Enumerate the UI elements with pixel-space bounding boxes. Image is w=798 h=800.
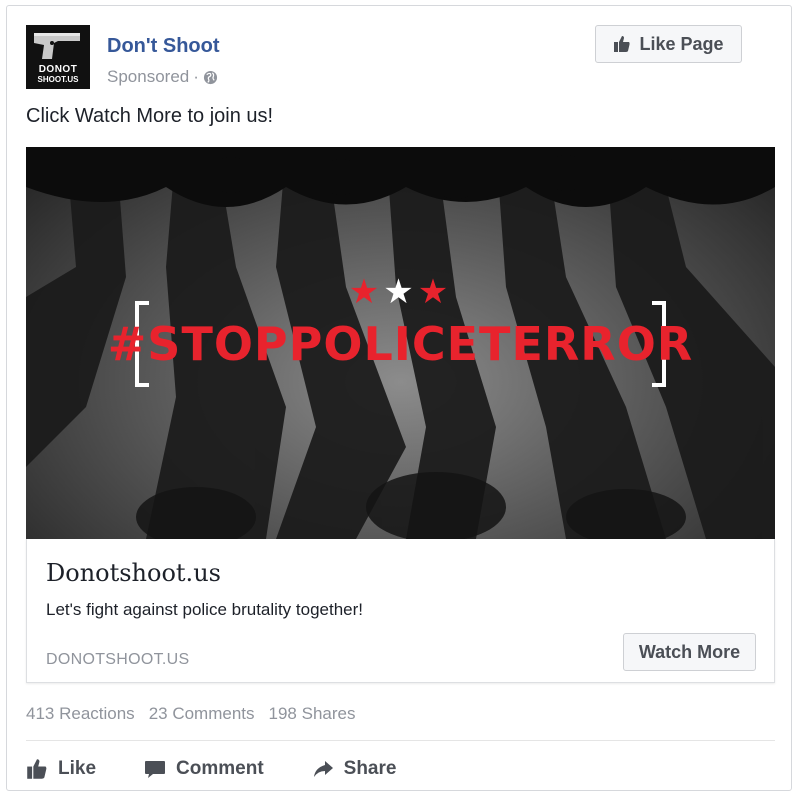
shares-count[interactable]: 198 Shares bbox=[269, 704, 356, 724]
like-page-button[interactable]: Like Page bbox=[595, 25, 742, 63]
ad-hero-image[interactable]: ★★★ #STOPPOLICETERROR bbox=[26, 147, 775, 539]
link-description: Let's fight against police brutality tog… bbox=[46, 600, 363, 619]
sponsored-row: Sponsored · bbox=[107, 67, 218, 87]
link-title[interactable]: Donotshoot.us bbox=[46, 559, 221, 587]
share-arrow-icon bbox=[313, 761, 333, 777]
link-preview[interactable]: Donotshoot.us Let's fight against police… bbox=[26, 539, 775, 683]
avatar-text-line2: SHOOT.US bbox=[37, 75, 79, 84]
like-action-button[interactable]: Like bbox=[26, 752, 96, 786]
star-icon: ★ bbox=[383, 273, 418, 311]
hashtag-title: #STOPPOLICETERROR bbox=[107, 317, 694, 371]
comment-icon bbox=[145, 761, 166, 778]
like-action-label: Like bbox=[58, 758, 97, 779]
sponsored-label[interactable]: Sponsored bbox=[107, 67, 189, 87]
separator-dot: · bbox=[193, 67, 199, 86]
comment-action-button[interactable]: Comment bbox=[144, 752, 264, 786]
thumbs-up-icon bbox=[614, 36, 631, 52]
thumbs-up-icon bbox=[27, 759, 47, 779]
gun-logo-icon bbox=[34, 33, 80, 59]
page-name-link[interactable]: Don't Shoot bbox=[107, 35, 220, 58]
globe-icon bbox=[203, 70, 217, 84]
action-divider bbox=[26, 740, 775, 741]
post-text: Click Watch More to join us! bbox=[26, 105, 274, 127]
engagement-stats: 413 Reactions 23 Comments 198 Shares bbox=[26, 704, 355, 724]
watch-more-button[interactable]: Watch More bbox=[623, 633, 756, 671]
avatar-text-line1: DONOT bbox=[38, 64, 78, 75]
action-bar: Like Comment Share bbox=[26, 752, 396, 786]
sponsored-post-card: DONOT SHOOT.US Don't Shoot Sponsored · L… bbox=[6, 5, 792, 791]
link-domain: DONOTSHOOT.US bbox=[46, 651, 190, 668]
comments-count[interactable]: 23 Comments bbox=[149, 704, 255, 724]
share-action-button[interactable]: Share bbox=[312, 752, 397, 786]
like-page-label: Like Page bbox=[639, 33, 724, 54]
share-action-label: Share bbox=[343, 758, 397, 779]
star-icon: ★ bbox=[348, 273, 384, 311]
page-avatar[interactable]: DONOT SHOOT.US bbox=[26, 25, 90, 89]
reactions-count[interactable]: 413 Reactions bbox=[26, 704, 135, 724]
star-icon: ★ bbox=[417, 273, 453, 311]
comment-action-label: Comment bbox=[176, 758, 264, 779]
